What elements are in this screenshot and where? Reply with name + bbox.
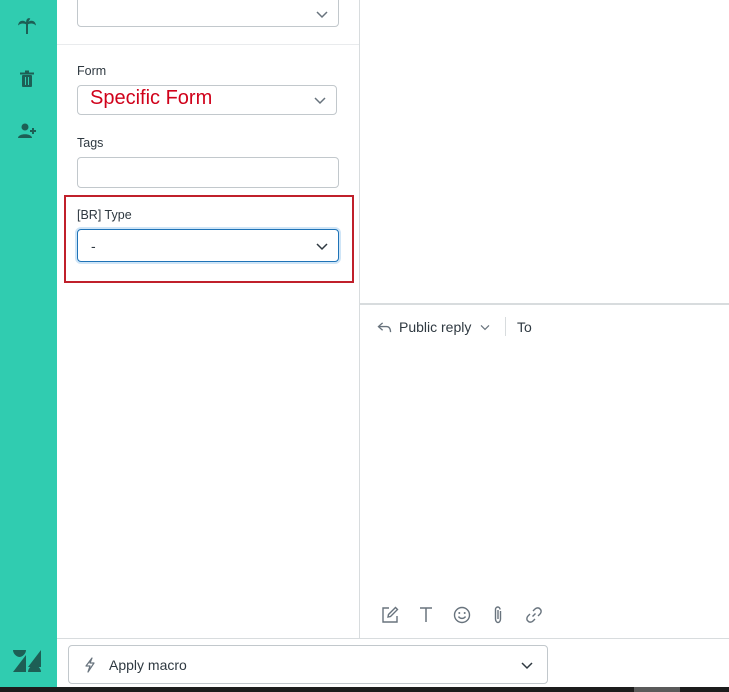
attachment-icon[interactable] (488, 605, 508, 625)
reply-mode-toggle[interactable]: Public reply (377, 317, 490, 337)
chevron-down-icon (314, 95, 326, 105)
form-select-value: Specific Form (90, 87, 213, 109)
chevron-down-icon (521, 660, 533, 670)
lightning-icon (83, 657, 97, 673)
br-type-field-label: [BR] Type (77, 208, 132, 222)
br-type-select-value: - (91, 238, 96, 254)
link-icon[interactable] (524, 605, 544, 625)
composer-top-border (360, 303, 729, 305)
text-format-icon[interactable] (416, 605, 436, 625)
product-rail (0, 0, 57, 692)
chevron-down-icon (480, 323, 490, 331)
emoji-icon[interactable] (452, 605, 472, 625)
zendesk-logo[interactable] (13, 650, 41, 672)
trash-icon[interactable] (17, 69, 37, 89)
reply-mode-label: Public reply (399, 319, 472, 335)
section-divider (57, 44, 359, 45)
compose-icon[interactable] (380, 605, 400, 625)
palm-tree-icon[interactable] (17, 16, 37, 36)
reply-arrow-icon (377, 321, 392, 334)
tags-input[interactable] (77, 157, 339, 188)
footer-divider (57, 638, 729, 639)
add-user-icon[interactable] (17, 121, 37, 141)
apply-macro-select[interactable]: Apply macro (68, 645, 548, 684)
to-field-label[interactable]: To (517, 319, 532, 335)
apply-macro-label: Apply macro (109, 657, 187, 673)
ticket-fields-panel: Form Specific Form Tags [BR] Type - (57, 0, 360, 638)
tags-field-label: Tags (77, 136, 104, 150)
taskbar-strip (0, 687, 729, 692)
taskbar-segment (634, 687, 680, 692)
br-type-select[interactable]: - (77, 229, 339, 262)
top-dropdown[interactable] (77, 0, 339, 27)
form-select[interactable]: Specific Form (77, 85, 337, 115)
composer-separator (505, 317, 506, 336)
chevron-down-icon (316, 9, 328, 19)
chevron-down-icon (316, 241, 328, 251)
form-field-label: Form (77, 64, 107, 78)
